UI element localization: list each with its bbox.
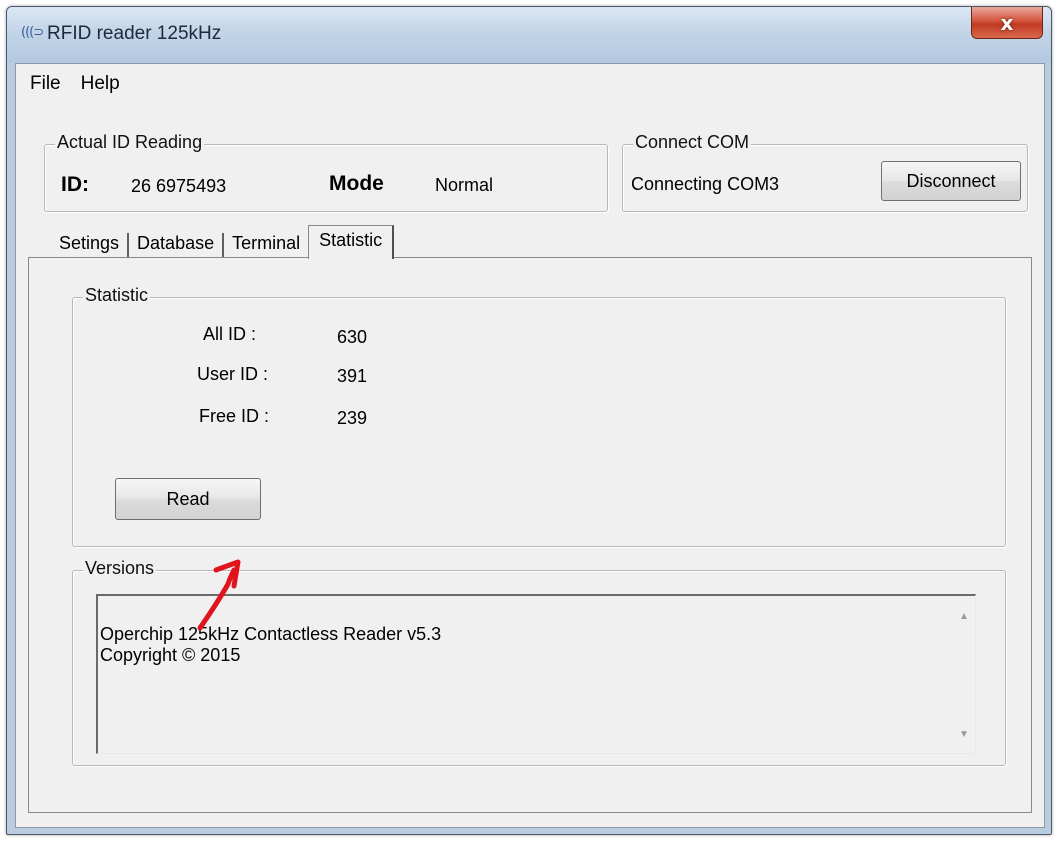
user-id-value: 391: [337, 366, 368, 386]
tab-database[interactable]: Database: [129, 233, 225, 258]
connection-status: Connecting COM3: [631, 174, 780, 194]
free-id-label: Free ID :: [199, 406, 270, 426]
tab-statistic[interactable]: Statistic: [308, 225, 395, 259]
tab-terminal[interactable]: Terminal: [224, 233, 308, 258]
statistic-legend: Statistic: [83, 285, 151, 306]
user-id-label: User ID :: [197, 364, 269, 384]
rfid-icon: (((⊃: [21, 25, 44, 40]
annotation-arrow-icon: [197, 559, 241, 631]
scroll-down-icon[interactable]: ▼: [959, 724, 969, 745]
menu-file[interactable]: File: [20, 73, 71, 95]
read-button[interactable]: Read: [115, 478, 261, 520]
title-bar[interactable]: (((⊃ RFID reader 125kHz x: [7, 7, 1051, 63]
free-id-value: 239: [337, 408, 368, 428]
statistic-group: Statistic All ID : 630 User ID : 391 Fre…: [72, 285, 1006, 547]
actual-id-group: Actual ID Reading ID: 26 6975493 Mode No…: [44, 132, 608, 212]
client-area: File Help Actual ID Reading ID: 26 69754…: [15, 63, 1045, 828]
vertical-scrollbar[interactable]: ▲ ▼: [955, 596, 975, 753]
actual-id-legend: Actual ID Reading: [55, 132, 205, 153]
close-icon: x: [1000, 10, 1014, 35]
menu-bar: File Help: [16, 64, 1044, 104]
all-id-value: 630: [337, 327, 368, 347]
disconnect-button[interactable]: Disconnect: [881, 161, 1021, 201]
versions-legend: Versions: [83, 558, 157, 579]
scroll-up-icon[interactable]: ▲: [959, 606, 969, 627]
id-value: 26 6975493: [131, 176, 227, 196]
mode-value: Normal: [435, 175, 494, 195]
menu-help[interactable]: Help: [71, 73, 130, 95]
tab-strip: Setings Database Terminal Statistic: [51, 224, 395, 259]
close-button[interactable]: x: [971, 7, 1043, 39]
window-title: RFID reader 125kHz: [47, 23, 222, 44]
connect-com-legend: Connect COM: [633, 132, 752, 153]
all-id-label: All ID :: [203, 324, 257, 344]
copyright-line: Copyright © 2015: [100, 645, 241, 665]
tab-setings[interactable]: Setings: [51, 233, 130, 258]
app-window: (((⊃ RFID reader 125kHz x File Help Actu…: [6, 6, 1052, 835]
mode-label: Mode: [329, 172, 384, 195]
id-label: ID:: [61, 173, 89, 196]
connect-com-group: Connect COM Connecting COM3 Disconnect: [622, 132, 1028, 212]
